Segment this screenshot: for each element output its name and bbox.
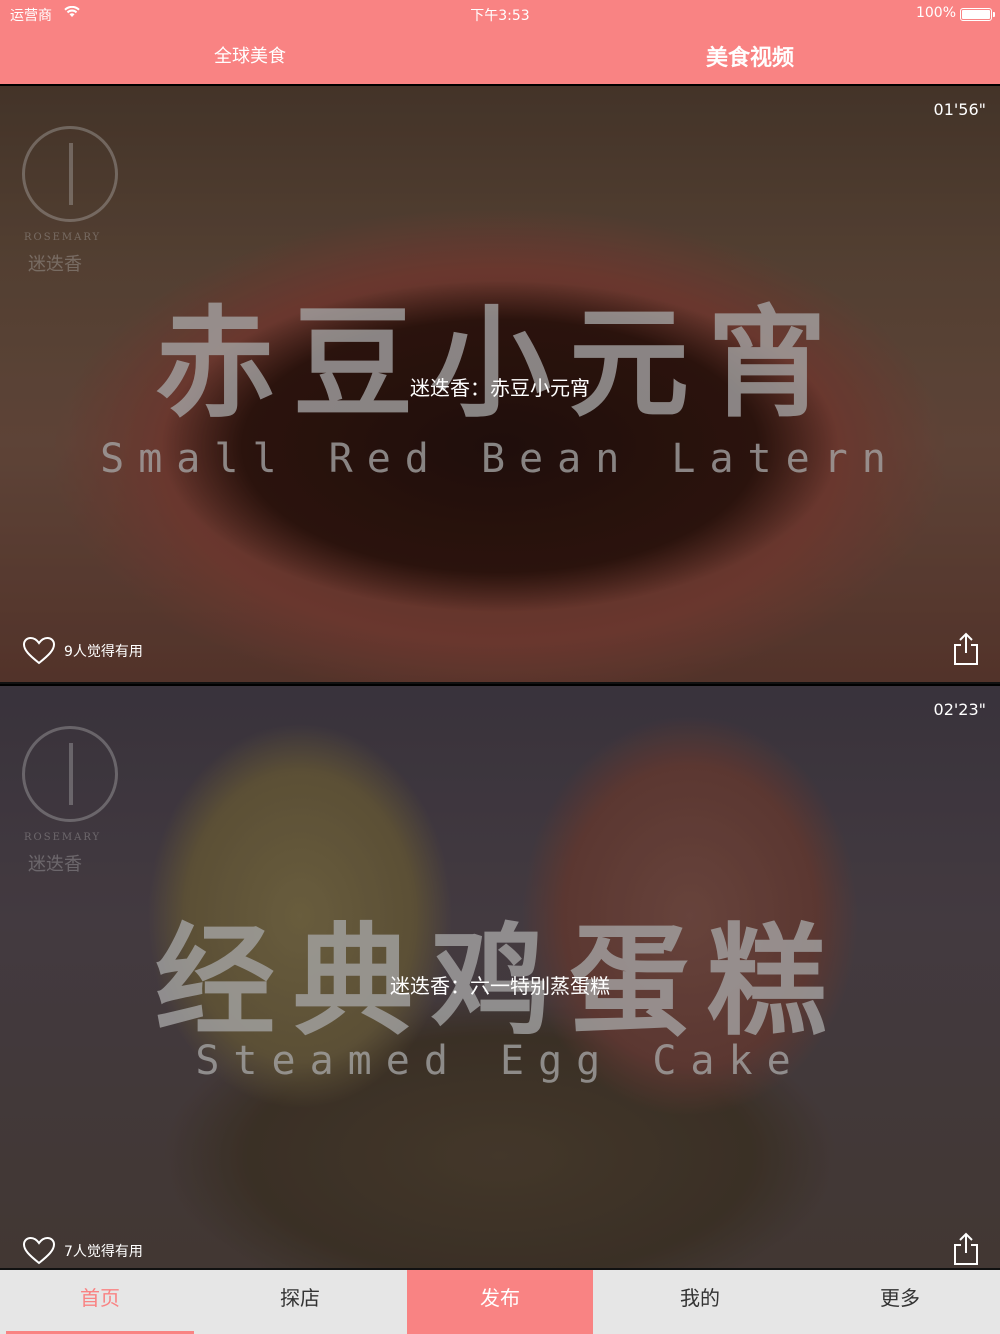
like-button[interactable]: 9人觉得有用 <box>22 636 143 666</box>
top-nav: 全球美食 美食视频 <box>0 28 1000 84</box>
like-count: 9人觉得有用 <box>64 644 143 660</box>
like-count: 7人觉得有用 <box>64 1244 143 1260</box>
video-duration: 02'23" <box>933 700 986 719</box>
video-caption: 迷迭香：赤豆小元宵 <box>410 376 590 400</box>
video-duration: 01'56" <box>933 100 986 119</box>
share-button[interactable] <box>952 632 980 666</box>
video-caption: 迷迭香：六一特别蒸蛋糕 <box>390 974 610 998</box>
status-bar: 运营商 下午3:53 100% <box>0 0 1000 28</box>
heart-icon <box>22 1236 56 1265</box>
status-time: 下午3:53 <box>470 8 530 24</box>
battery-icon <box>960 8 995 21</box>
heart-icon <box>22 636 56 665</box>
share-icon <box>954 1232 978 1265</box>
video-card[interactable]: ROSEMARY 迷迭香 赤豆小元宵 Small Red Bean Latern… <box>0 86 1000 684</box>
tab-home[interactable]: 首页 <box>0 1270 200 1334</box>
tab-food-video[interactable]: 美食视频 <box>500 40 1000 72</box>
tab-global-food[interactable]: 全球美食 <box>0 42 500 68</box>
bottom-tab-bar: 首页 探店 发布 我的 更多 <box>0 1270 1000 1334</box>
like-button[interactable]: 7人觉得有用 <box>22 1236 143 1266</box>
app-header: 运营商 下午3:53 100% 全球美食 美食视频 <box>0 0 1000 84</box>
share-icon <box>954 632 978 665</box>
tab-more[interactable]: 更多 <box>800 1270 1000 1334</box>
battery-percent: 100% <box>915 5 956 21</box>
tab-explore-shops[interactable]: 探店 <box>200 1270 400 1334</box>
tab-mine[interactable]: 我的 <box>600 1270 800 1334</box>
tab-publish[interactable]: 发布 <box>407 1270 593 1334</box>
video-card[interactable]: ROSEMARY 迷迭香 经典鸡蛋糕 Steamed Egg Cake 02'2… <box>0 686 1000 1270</box>
share-button[interactable] <box>952 1232 980 1266</box>
